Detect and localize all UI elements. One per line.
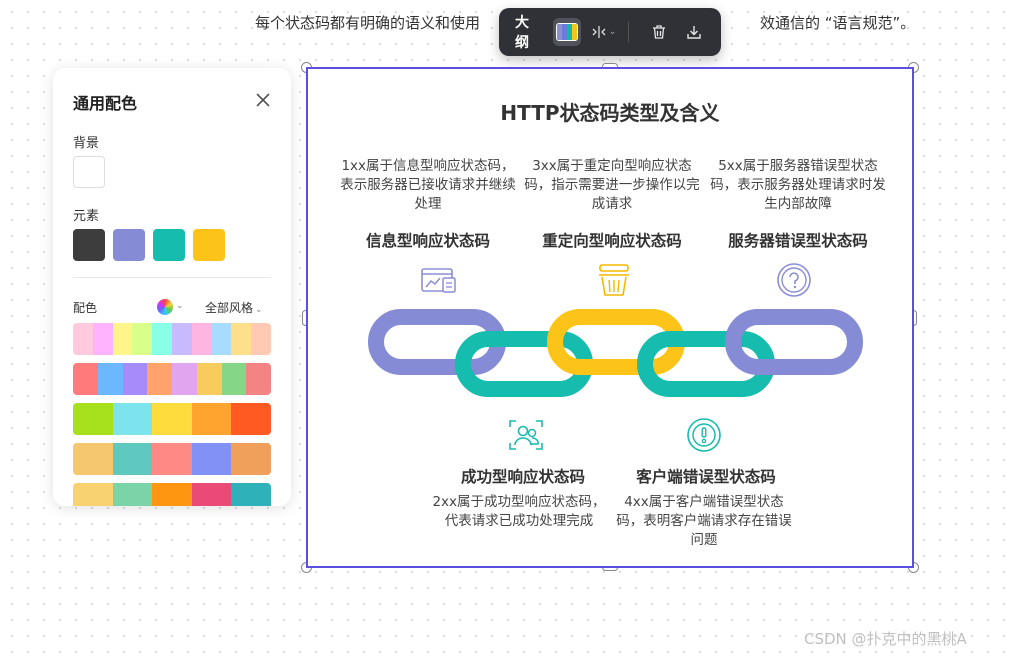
item-heading: 重定向型响应状态码 bbox=[542, 232, 682, 250]
delete-button[interactable] bbox=[649, 21, 668, 43]
item-description: 3xx属于重定向型响应状态码，指示需要进一步操作以完成请求 bbox=[524, 158, 700, 212]
theme-color-button[interactable] bbox=[553, 18, 581, 46]
element-swatch-purple[interactable] bbox=[113, 229, 145, 261]
item-description: 2xx属于成功型响应状态码，代表请求已成功处理完成 bbox=[432, 494, 606, 529]
style-dropdown-label: 全部风格 bbox=[205, 301, 254, 315]
question-circle-icon bbox=[774, 261, 814, 301]
element-swatch-yellow[interactable] bbox=[193, 229, 225, 261]
download-icon bbox=[686, 26, 701, 39]
color-panel: 通用配色 背景 元素 配色 ⌄ 全部风格 ⌄ bbox=[53, 68, 291, 506]
dashboard-chart-icon bbox=[418, 261, 458, 301]
outline-button[interactable]: 大纲 bbox=[509, 12, 545, 52]
palette-label: 配色 bbox=[73, 301, 98, 315]
intro-text: 每个状态码都有明确的语义和使用 效通信的 “语言规范”。 bbox=[255, 12, 915, 33]
layout-button[interactable]: ⌄ bbox=[591, 25, 617, 39]
exclamation-circle-icon bbox=[684, 415, 724, 455]
element-swatch-teal[interactable] bbox=[153, 229, 185, 261]
item-heading: 服务器错误型状态码 bbox=[728, 232, 868, 250]
toolbar-divider bbox=[628, 22, 630, 42]
infographic-canvas[interactable]: HTTP状态码类型及含义 1xx属于信息型响应状态码，表示服务器已接收请求并继续… bbox=[306, 67, 914, 568]
item-heading: 客户端错误型状态码 bbox=[636, 468, 776, 486]
basket-icon bbox=[594, 261, 634, 301]
palette-option[interactable] bbox=[73, 403, 271, 435]
intro-text-left: 每个状态码都有明确的语义和使用 bbox=[255, 14, 481, 32]
style-dropdown[interactable]: 全部风格 ⌄ bbox=[205, 299, 263, 316]
palette-option[interactable] bbox=[73, 483, 271, 506]
panel-divider bbox=[73, 277, 271, 278]
item-heading: 成功型响应状态码 bbox=[460, 468, 585, 486]
background-label: 背景 bbox=[73, 136, 100, 151]
watermark: CSDN @扑克中的黑桃A bbox=[804, 630, 967, 648]
elements-label: 元素 bbox=[73, 209, 100, 224]
item-heading: 信息型响应状态码 bbox=[365, 232, 490, 250]
download-button[interactable] bbox=[684, 21, 703, 43]
panel-title: 通用配色 bbox=[73, 94, 138, 113]
infographic-title: HTTP状态码类型及含义 bbox=[500, 101, 720, 125]
palette-option[interactable] bbox=[73, 443, 271, 475]
palette-option[interactable] bbox=[73, 323, 271, 355]
chain-links-graphic bbox=[368, 309, 863, 397]
intro-text-right: 效通信的 “语言规范”。 bbox=[760, 14, 916, 32]
element-swatch-dark[interactable] bbox=[73, 229, 105, 261]
chevron-down-icon: ⌄ bbox=[176, 301, 184, 311]
trash-icon bbox=[652, 25, 665, 39]
chevron-down-icon: ⌄ bbox=[608, 27, 617, 37]
color-wheel-icon[interactable] bbox=[157, 299, 173, 315]
mirror-layout-icon bbox=[592, 26, 606, 38]
item-description: 5xx属于服务器错误型状态码，表示服务器处理请求时发生内部故障 bbox=[710, 158, 886, 212]
theme-swatch-icon bbox=[555, 23, 578, 41]
item-description: 1xx属于信息型响应状态码，表示服务器已接收请求并继续处理 bbox=[340, 158, 516, 212]
element-color-swatches bbox=[73, 229, 225, 261]
floating-toolbar: 大纲 ⌄ bbox=[499, 8, 721, 56]
item-description: 4xx属于客户端错误型状态码，表明客户端请求存在错误问题 bbox=[616, 494, 792, 548]
close-icon[interactable] bbox=[255, 92, 271, 108]
background-color-swatch[interactable] bbox=[73, 156, 105, 188]
user-group-icon bbox=[506, 415, 546, 455]
palette-option[interactable] bbox=[73, 363, 271, 395]
